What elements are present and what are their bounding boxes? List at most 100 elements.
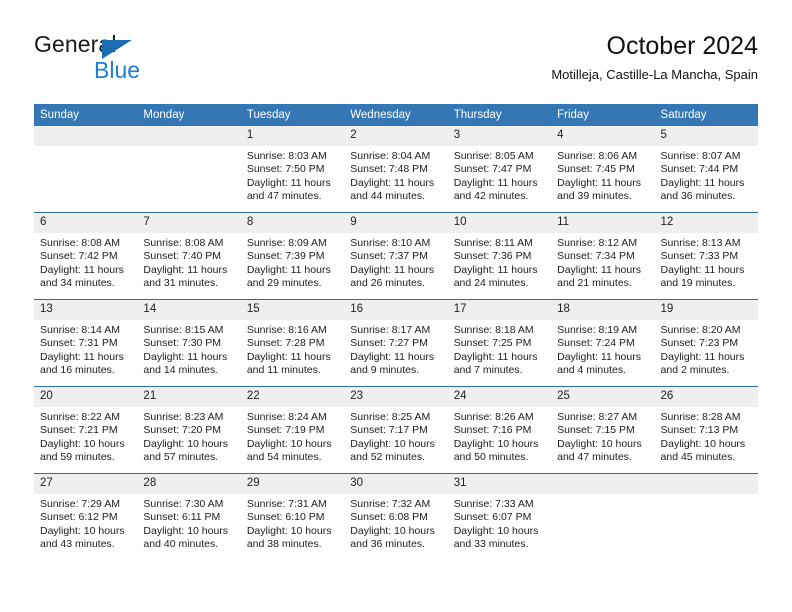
calendar-day-cell[interactable]: 19 Sunrise: 8:20 AM Sunset: 7:23 PM Dayligh… <box>654 299 758 387</box>
day-daylight-line2-text: and 34 minutes. <box>40 277 115 290</box>
day-daylight-line1-text: Daylight: 10 hours <box>350 524 435 537</box>
day-daylight-line1-text: Daylight: 11 hours <box>246 350 331 363</box>
day-details: Sunrise: 8:24 AM Sunset: 7:19 PM Daylight:… <box>241 407 344 465</box>
page-title: October 2024 <box>606 32 759 60</box>
day-daylight-line1-text: Daylight: 11 hours <box>246 263 331 276</box>
calendar-day-cell[interactable]: 21 Sunrise: 8:23 AM Sunset: 7:20 PM Dayligh… <box>137 386 241 474</box>
day-number: 27 <box>34 474 138 494</box>
calendar-day-cell[interactable]: 30 Sunrise: 7:32 AM Sunset: 6:08 PM Dayligh… <box>344 473 448 560</box>
day-sunrise-text: Sunrise: 8:14 AM <box>40 324 120 336</box>
calendar-day-cell[interactable]: 2 Sunrise: 8:04 AM Sunset: 7:48 PM Daylight… <box>344 126 448 213</box>
day-daylight-line2-text: and 54 minutes. <box>246 451 322 464</box>
calendar-day-cell[interactable]: 7 Sunrise: 8:08 AM Sunset: 7:40 PM Daylight… <box>137 212 241 300</box>
calendar-day-cell[interactable]: 4 Sunrise: 8:06 AM Sunset: 7:45 PM Daylight… <box>551 126 655 213</box>
day-number: 3 <box>447 126 552 146</box>
calendar-day-cell[interactable]: 5 Sunrise: 8:07 AM Sunset: 7:44 PM Daylight… <box>654 126 758 213</box>
calendar-day-cell[interactable]: 28 Sunrise: 7:30 AM Sunset: 6:11 PM Dayligh… <box>137 473 241 560</box>
day-daylight-line2-text: and 24 minutes. <box>453 277 529 290</box>
calendar-day-cell[interactable]: 23 Sunrise: 8:25 AM Sunset: 7:17 PM Dayligh… <box>344 386 448 474</box>
calendar-day-cell[interactable]: 27 Sunrise: 7:29 AM Sunset: 6:12 PM Dayligh… <box>34 473 138 560</box>
general-blue-logo: General Blue <box>34 30 234 92</box>
calendar-day-cell[interactable]: 26 Sunrise: 8:28 AM Sunset: 7:13 PM Dayligh… <box>654 386 758 474</box>
day-number: 2 <box>344 126 448 146</box>
calendar-day-cell[interactable]: 1 Sunrise: 8:03 AM Sunset: 7:50 PM Daylight… <box>240 126 345 213</box>
calendar-day-cell[interactable]: 22 Sunrise: 8:24 AM Sunset: 7:19 PM Dayligh… <box>240 386 345 474</box>
day-sunrise-text: Sunrise: 8:17 AM <box>350 324 431 336</box>
day-number: 4 <box>551 126 655 146</box>
sunrise-sunset-calendar: Sunday Monday Tuesday Wednesday Thursday… <box>34 104 758 560</box>
day-number: 29 <box>240 474 345 494</box>
calendar-day-cell[interactable]: 14 Sunrise: 8:15 AM Sunset: 7:30 PM Dayligh… <box>137 299 241 387</box>
day-daylight-line2-text: and 45 minutes. <box>660 451 736 464</box>
day-daylight-line1-text: Daylight: 11 hours <box>350 176 435 189</box>
calendar-day-cell[interactable]: 17 Sunrise: 8:18 AM Sunset: 7:25 PM Dayligh… <box>447 299 552 387</box>
day-number: 14 <box>137 300 241 320</box>
calendar-day-cell[interactable]: 20 Sunrise: 8:22 AM Sunset: 7:21 PM Dayligh… <box>34 386 138 474</box>
day-sunrise-text: Sunrise: 7:30 AM <box>143 498 224 510</box>
page-header: General Blue October 2024 Motilleja, Cas… <box>34 30 758 96</box>
day-daylight-line1-text: Daylight: 11 hours <box>40 263 124 276</box>
day-details: Sunrise: 8:19 AM Sunset: 7:24 PM Daylight:… <box>551 320 654 378</box>
day-number <box>34 126 138 146</box>
calendar-day-cell[interactable]: 8 Sunrise: 8:09 AM Sunset: 7:39 PM Daylight… <box>240 212 345 300</box>
day-daylight-line2-text: and 36 minutes. <box>660 190 736 203</box>
day-daylight-line2-text: and 4 minutes. <box>557 364 626 377</box>
day-daylight-line2-text: and 2 minutes. <box>660 364 730 377</box>
day-sunrise-text: Sunrise: 8:22 AM <box>40 411 120 423</box>
day-sunset-text: Sunset: 7:45 PM <box>557 163 635 176</box>
day-details: Sunrise: 8:07 AM Sunset: 7:44 PM Daylight:… <box>655 146 758 204</box>
calendar-day-cell-empty <box>551 473 655 560</box>
calendar-page: General Blue October 2024 Motilleja, Cas… <box>0 0 792 612</box>
day-details: Sunrise: 8:13 AM Sunset: 7:33 PM Daylight:… <box>655 233 758 291</box>
day-details: Sunrise: 8:10 AM Sunset: 7:37 PM Daylight:… <box>344 233 447 291</box>
calendar-day-cell[interactable]: 6 Sunrise: 8:08 AM Sunset: 7:42 PM Daylight… <box>34 212 138 300</box>
day-daylight-line2-text: and 26 minutes. <box>350 277 425 290</box>
day-sunset-text: Sunset: 6:08 PM <box>350 511 428 524</box>
day-number: 9 <box>344 213 448 233</box>
calendar-day-cell[interactable]: 31 Sunrise: 7:33 AM Sunset: 6:07 PM Dayligh… <box>447 473 552 560</box>
day-daylight-line1-text: Daylight: 11 hours <box>557 263 641 276</box>
day-daylight-line1-text: Daylight: 10 hours <box>246 524 332 537</box>
calendar-day-cell[interactable]: 9 Sunrise: 8:10 AM Sunset: 7:37 PM Daylight… <box>344 212 448 300</box>
day-sunrise-text: Sunrise: 8:28 AM <box>660 411 741 423</box>
day-daylight-line2-text: and 19 minutes. <box>660 277 736 290</box>
day-daylight-line2-text: and 43 minutes. <box>40 538 115 551</box>
day-daylight-line2-text: and 52 minutes. <box>350 451 425 464</box>
day-daylight-line1-text: Daylight: 10 hours <box>40 437 125 450</box>
day-number: 13 <box>34 300 138 320</box>
day-sunset-text: Sunset: 7:15 PM <box>557 424 635 437</box>
day-details: Sunrise: 8:12 AM Sunset: 7:34 PM Daylight:… <box>551 233 654 291</box>
day-sunset-text: Sunset: 7:44 PM <box>660 163 739 176</box>
calendar-day-cell[interactable]: 11 Sunrise: 8:12 AM Sunset: 7:34 PM Dayligh… <box>551 212 655 300</box>
calendar-week-row: 6 Sunrise: 8:08 AM Sunset: 7:42 PM Daylight… <box>34 212 758 300</box>
day-number: 30 <box>344 474 448 494</box>
calendar-day-cell[interactable]: 12 Sunrise: 8:13 AM Sunset: 7:33 PM Dayligh… <box>654 212 758 300</box>
day-sunrise-text: Sunrise: 7:33 AM <box>453 498 534 510</box>
day-sunset-text: Sunset: 7:48 PM <box>350 163 428 176</box>
day-daylight-line2-text: and 16 minutes. <box>40 364 115 377</box>
day-details: Sunrise: 8:08 AM Sunset: 7:40 PM Daylight:… <box>137 233 240 291</box>
day-daylight-line1-text: Daylight: 10 hours <box>143 524 229 537</box>
day-details: Sunrise: 8:20 AM Sunset: 7:23 PM Daylight:… <box>655 320 758 378</box>
calendar-day-cell[interactable]: 18 Sunrise: 8:19 AM Sunset: 7:24 PM Dayligh… <box>551 299 655 387</box>
day-daylight-line1-text: Daylight: 10 hours <box>246 437 332 450</box>
day-daylight-line2-text: and 47 minutes. <box>246 190 322 203</box>
day-sunset-text: Sunset: 7:47 PM <box>453 163 532 176</box>
day-daylight-line1-text: Daylight: 11 hours <box>453 350 538 363</box>
calendar-day-cell[interactable]: 29 Sunrise: 7:31 AM Sunset: 6:10 PM Dayligh… <box>240 473 345 560</box>
day-daylight-line2-text: and 42 minutes. <box>453 190 529 203</box>
day-number: 7 <box>137 213 241 233</box>
calendar-day-cell-empty <box>137 126 241 213</box>
calendar-day-cell[interactable]: 13 Sunrise: 8:14 AM Sunset: 7:31 PM Dayligh… <box>34 299 138 387</box>
calendar-day-cell[interactable]: 25 Sunrise: 8:27 AM Sunset: 7:15 PM Dayligh… <box>551 386 655 474</box>
day-sunset-text: Sunset: 7:39 PM <box>246 250 325 263</box>
day-number: 16 <box>344 300 448 320</box>
calendar-day-cell[interactable]: 24 Sunrise: 8:26 AM Sunset: 7:16 PM Dayligh… <box>447 386 552 474</box>
calendar-day-cell[interactable]: 10 Sunrise: 8:11 AM Sunset: 7:36 PM Dayligh… <box>447 212 552 300</box>
calendar-day-cell[interactable]: 16 Sunrise: 8:17 AM Sunset: 7:27 PM Dayligh… <box>344 299 448 387</box>
calendar-day-cell[interactable]: 3 Sunrise: 8:05 AM Sunset: 7:47 PM Daylight… <box>447 126 552 213</box>
day-daylight-line1-text: Daylight: 11 hours <box>557 176 641 189</box>
day-details: Sunrise: 8:26 AM Sunset: 7:16 PM Daylight:… <box>448 407 551 465</box>
weekday-header-friday: Friday <box>551 104 655 126</box>
calendar-day-cell[interactable]: 15 Sunrise: 8:16 AM Sunset: 7:28 PM Dayligh… <box>240 299 345 387</box>
